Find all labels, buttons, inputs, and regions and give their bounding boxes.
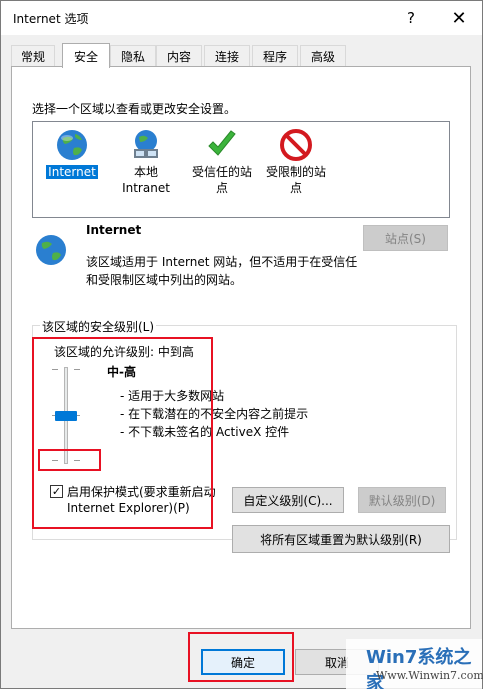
zone-internet[interactable]: Internet	[43, 128, 101, 180]
restricted-icon	[280, 129, 312, 161]
zone-local-intranet-label2: Intranet	[122, 181, 170, 195]
internet-options-window: Internet 选项 ? ✕ 常规 安全 隐私 内容 连接 程序 高级 选择一…	[0, 0, 483, 689]
window-title: Internet 选项	[13, 12, 89, 26]
default-level-button[interactable]: 默认级别(D)	[358, 487, 446, 513]
tab-connections[interactable]: 连接	[204, 45, 250, 67]
tab-general[interactable]: 常规	[11, 45, 55, 67]
tab-programs[interactable]: 程序	[252, 45, 298, 67]
zone-trusted-label1: 受信任的站	[191, 165, 252, 179]
tab-advanced[interactable]: 高级	[300, 45, 346, 67]
zone-detail-desc-line1: 该区域适用于 Internet 网站，但不适用于在受信任	[86, 255, 358, 269]
zone-detail-globe-icon	[36, 235, 66, 265]
globe-icon	[57, 130, 87, 160]
help-button[interactable]: ?	[388, 1, 434, 35]
annotation-box-level	[32, 337, 213, 529]
reset-all-zones-button[interactable]: 将所有区域重置为默认级别(R)	[232, 525, 450, 553]
annotation-box-ok	[188, 632, 294, 682]
watermark-brand: Win7系统之家	[366, 647, 472, 689]
zone-restricted-label2: 点	[289, 181, 302, 195]
tab-strip: 常规 安全 隐私 内容 连接 程序 高级	[11, 43, 471, 68]
zone-local-intranet[interactable]: 本地 Intranet	[113, 128, 179, 196]
zone-local-intranet-label1: 本地	[133, 165, 158, 179]
zone-instruction: 选择一个区域以查看或更改安全设置。	[32, 102, 237, 116]
watermark: Win7系统之家 Www.Winwin7.com	[346, 639, 483, 689]
zone-list[interactable]: Internet 本地 Intranet 受信任的站 点 受限制的站 点	[32, 121, 450, 218]
zone-restricted-label1: 受限制的站	[265, 165, 326, 179]
zone-trusted-label2: 点	[215, 181, 228, 195]
sites-button[interactable]: 站点(S)	[363, 225, 448, 251]
tab-content[interactable]: 内容	[156, 45, 202, 67]
zone-detail-desc-line2: 和受限制区域中列出的网站。	[86, 273, 243, 287]
local-intranet-icon	[134, 130, 158, 158]
close-button[interactable]: ✕	[436, 1, 482, 35]
annotation-box-slider-bottom	[38, 449, 101, 471]
zone-trusted-sites[interactable]: 受信任的站 点	[189, 128, 255, 196]
zone-internet-label: Internet	[46, 165, 98, 179]
watermark-url: Www.Winwin7.com	[376, 669, 483, 682]
zone-restricted-sites[interactable]: 受限制的站 点	[263, 128, 329, 196]
trusted-check-icon	[208, 130, 236, 156]
tab-privacy[interactable]: 隐私	[110, 45, 156, 67]
zone-detail-title: Internet	[86, 223, 142, 237]
security-level-group-title: 该区域的安全级别(L)	[40, 318, 157, 335]
title-bar: Internet 选项 ? ✕	[1, 1, 482, 35]
tab-security[interactable]: 安全	[62, 43, 110, 68]
custom-level-button[interactable]: 自定义级别(C)...	[232, 487, 344, 513]
